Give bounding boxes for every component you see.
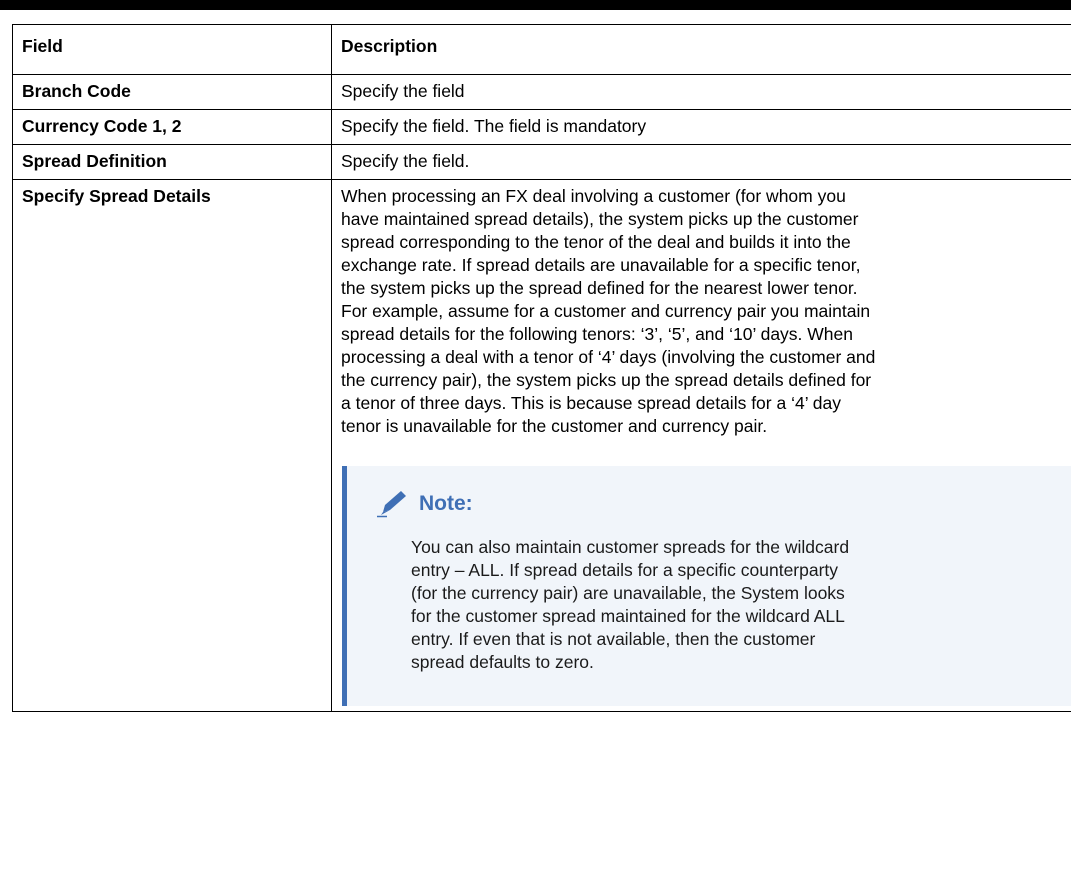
table-header-row: Field Description — [12, 24, 1071, 75]
description-line: processing a deal with a tenor of ‘4’ da… — [341, 347, 876, 367]
column-header-description: Description — [331, 24, 1071, 75]
description-paragraph: When processing an FX deal involving a c… — [341, 185, 1071, 438]
field-name: Spread Definition — [12, 144, 332, 180]
field-name: Currency Code 1, 2 — [12, 109, 332, 145]
table-row: Specify Spread Details When processing a… — [12, 179, 1071, 712]
description-line: spread corresponding to the tenor of the… — [341, 232, 851, 252]
description-line: the currency pair), the system picks up … — [341, 370, 872, 390]
note-callout: Note: You can also maintain customer spr… — [342, 466, 1071, 706]
table-row: Spread Definition Specify the field. — [12, 144, 1071, 180]
description-line: a tenor of three days. This is because s… — [341, 393, 842, 413]
table-row: Branch Code Specify the field — [12, 74, 1071, 110]
column-header-field: Field — [12, 24, 332, 75]
field-description-table: Field Description Branch Code Specify th… — [12, 24, 1071, 712]
table-row: Currency Code 1, 2 Specify the field. Th… — [12, 109, 1071, 145]
description-line: have maintained spread details), the sys… — [341, 209, 859, 229]
note-title: Note: — [419, 491, 473, 515]
pencil-icon — [377, 491, 406, 518]
note-line: for the customer spread maintained for t… — [411, 606, 845, 626]
page-top-bar — [0, 0, 1071, 10]
field-description: Specify the field. — [331, 144, 1071, 180]
field-name: Branch Code — [12, 74, 332, 110]
note-line: entry. If even that is not available, th… — [411, 629, 816, 649]
description-line: tenor is unavailable for the customer an… — [341, 416, 768, 436]
note-line: spread defaults to zero. — [411, 652, 594, 672]
field-name: Specify Spread Details — [12, 179, 332, 712]
field-description: Specify the field. The field is mandator… — [331, 109, 1071, 145]
note-line: (for the currency pair) are unavailable,… — [411, 583, 845, 603]
note-line: entry – ALL. If spread details for a spe… — [411, 560, 839, 580]
description-line: exchange rate. If spread details are una… — [341, 255, 861, 275]
description-line: For example, assume for a customer and c… — [341, 301, 871, 321]
description-line: When processing an FX deal involving a c… — [341, 186, 846, 206]
note-header: Note: — [375, 488, 1071, 518]
note-line: You can also maintain customer spreads f… — [411, 537, 850, 557]
field-description: When processing an FX deal involving a c… — [331, 179, 1071, 712]
field-description: Specify the field — [331, 74, 1071, 110]
description-line: the system picks up the spread defined f… — [341, 278, 858, 298]
description-line: spread details for the following tenors:… — [341, 324, 853, 344]
